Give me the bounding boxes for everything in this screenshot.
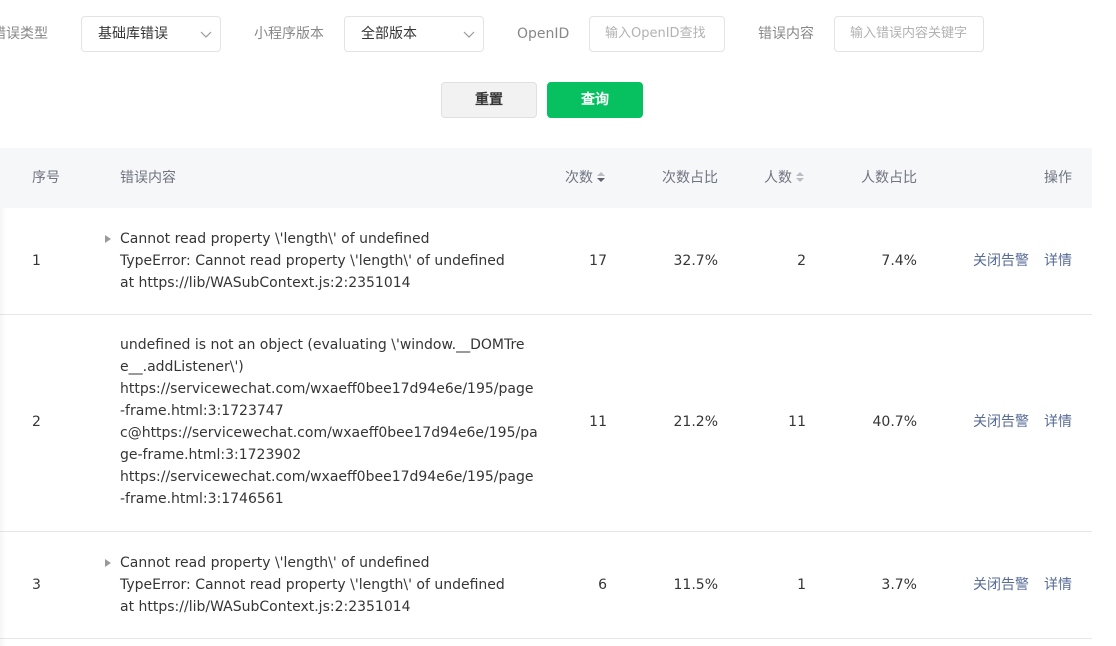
header-content: 错误内容	[120, 170, 176, 186]
version-label: 小程序版本	[254, 26, 324, 42]
sort-icon	[796, 171, 804, 182]
header-ops: 操作	[1044, 170, 1072, 186]
header-users-label: 人数	[764, 170, 792, 186]
table-row: 2 undefined is not an object (evaluating…	[0, 315, 1092, 532]
caret-right-icon[interactable]	[104, 235, 112, 243]
users-ratio-value: 7.4%	[881, 253, 917, 269]
count-value: 11	[589, 414, 607, 430]
error-line: Cannot read property \'length\' of undef…	[120, 231, 430, 247]
error-line: c@https://servicewechat.com/wxaeff0bee17…	[120, 425, 538, 441]
header-index: 序号	[32, 170, 60, 186]
query-button[interactable]: 查询	[547, 82, 643, 118]
table-row: 1 Cannot read property \'length\' of und…	[0, 208, 1092, 315]
users-ratio-value: 3.7%	[881, 577, 917, 593]
row-index: 3	[32, 577, 41, 593]
error-line: -frame.html:3:1723747	[120, 403, 284, 419]
header-count[interactable]: 次数	[565, 168, 605, 188]
error-line: at https://lib/WASubContext.js:2:2351014	[120, 599, 411, 615]
reset-button[interactable]: 重置	[441, 82, 537, 118]
error-content: Cannot read property \'length\' of undef…	[120, 228, 520, 294]
users-value: 11	[788, 414, 806, 430]
error-line: TypeError: Cannot read property \'length…	[120, 577, 505, 593]
openid-label: OpenID	[517, 26, 570, 42]
row-index: 1	[32, 253, 41, 269]
error-line: e__.addListener\')	[120, 359, 244, 375]
users-ratio-value: 40.7%	[872, 414, 917, 430]
error-line: https://servicewechat.com/wxaeff0bee17d9…	[120, 381, 534, 397]
error-line: undefined is not an object (evaluating \…	[120, 337, 525, 353]
error-line: ge-frame.html:3:1723902	[120, 447, 302, 463]
error-type-value: 基础库错误	[98, 26, 168, 42]
caret-right-icon[interactable]	[104, 559, 112, 567]
error-line: -frame.html:3:1746561	[120, 491, 284, 507]
count-value: 6	[598, 577, 607, 593]
detail-link[interactable]: 详情	[1044, 574, 1072, 596]
table-row: 3 Cannot read property \'length\' of und…	[0, 532, 1092, 639]
header-users[interactable]: 人数	[764, 168, 804, 188]
content-search-input[interactable]: 输入错误内容关键字	[834, 16, 984, 52]
count-ratio-value: 32.7%	[673, 253, 718, 269]
error-type-label: 错误类型	[0, 26, 48, 42]
version-select[interactable]: 全部版本	[344, 16, 484, 52]
version-value: 全部版本	[361, 26, 417, 42]
sort-desc-icon	[597, 171, 605, 182]
count-ratio-value: 21.2%	[673, 414, 718, 430]
table-header: 序号 错误内容 次数 次数占比 人数 人数占比 操作	[0, 148, 1092, 208]
openid-input[interactable]: 输入OpenID查找	[589, 16, 725, 52]
error-type-select[interactable]: 基础库错误	[81, 16, 221, 52]
header-count-ratio: 次数占比	[662, 170, 718, 186]
error-line: https://servicewechat.com/wxaeff0bee17d9…	[120, 469, 534, 485]
error-line: Cannot read property \'length\' of undef…	[120, 555, 430, 571]
close-alert-link[interactable]: 关闭告警	[973, 411, 1029, 433]
count-ratio-value: 11.5%	[673, 577, 718, 593]
error-content: undefined is not an object (evaluating \…	[120, 334, 538, 510]
error-content: Cannot read property \'length\' of undef…	[120, 552, 520, 618]
header-users-ratio: 人数占比	[861, 170, 917, 186]
header-count-label: 次数	[565, 170, 593, 186]
close-alert-link[interactable]: 关闭告警	[973, 574, 1029, 596]
fixed-column-shadow	[0, 208, 6, 646]
detail-link[interactable]: 详情	[1044, 250, 1072, 272]
row-index: 2	[32, 414, 41, 430]
count-value: 17	[589, 253, 607, 269]
error-line: TypeError: Cannot read property \'length…	[120, 253, 505, 269]
users-value: 1	[797, 577, 806, 593]
content-label: 错误内容	[758, 26, 814, 42]
error-line: at https://lib/WASubContext.js:2:2351014	[120, 275, 411, 291]
users-value: 2	[797, 253, 806, 269]
chevron-down-icon	[200, 31, 212, 38]
error-analysis-page: 错误类型 基础库错误 小程序版本 全部版本 OpenID 输入OpenID查找 …	[0, 0, 1116, 646]
detail-link[interactable]: 详情	[1044, 411, 1072, 433]
chevron-down-icon	[463, 31, 475, 38]
close-alert-link[interactable]: 关闭告警	[973, 250, 1029, 272]
